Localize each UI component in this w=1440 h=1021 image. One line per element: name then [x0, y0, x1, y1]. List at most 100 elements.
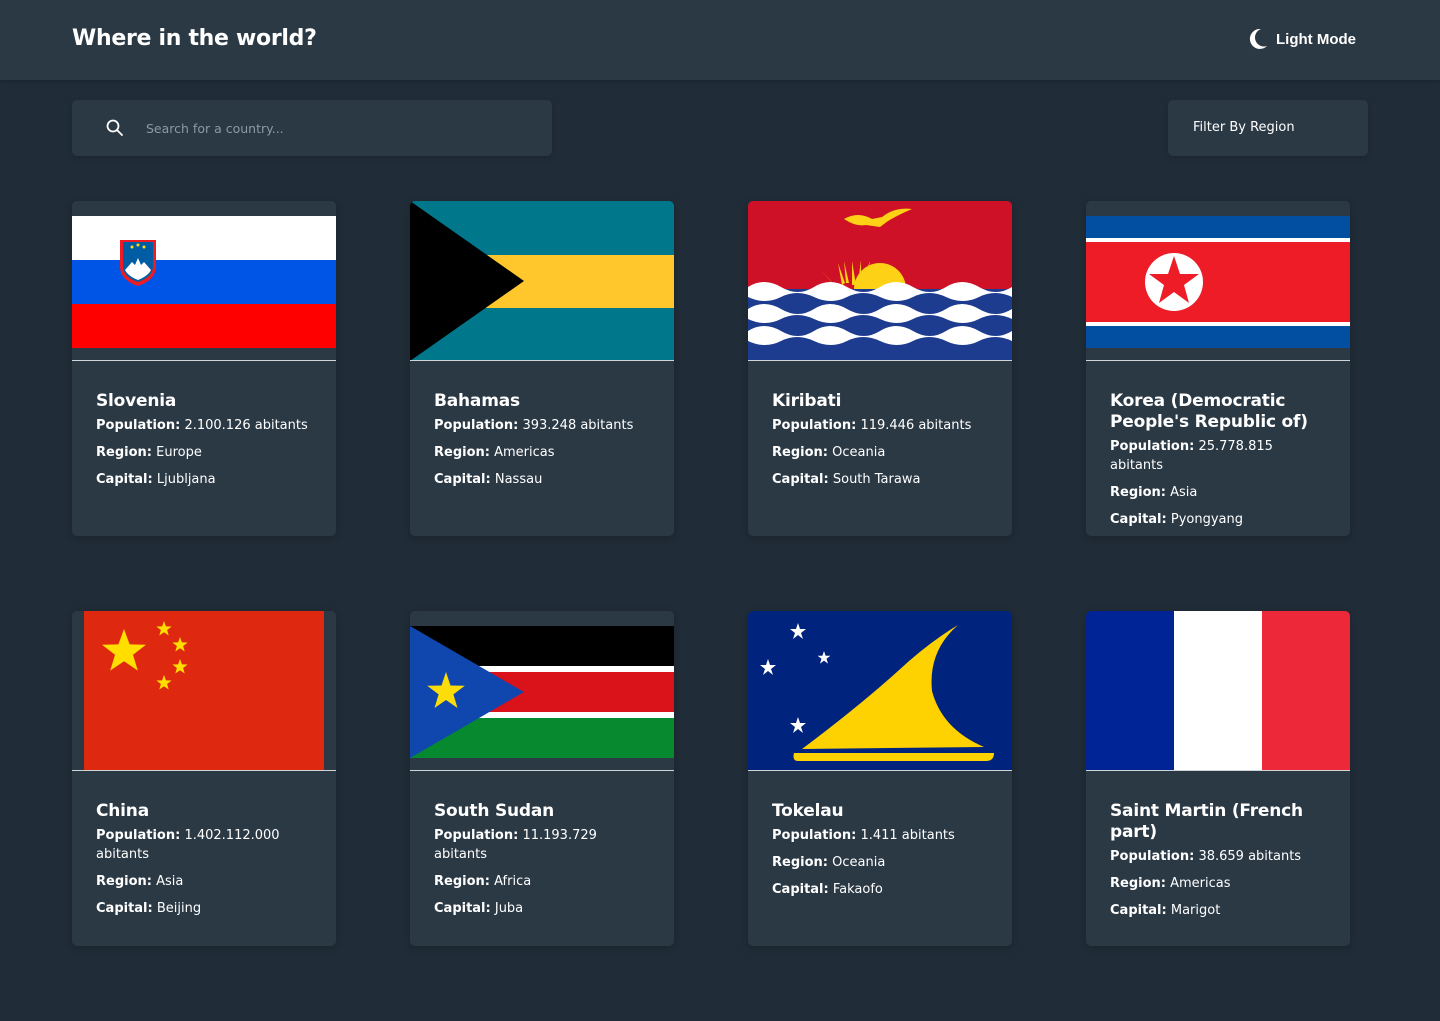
capital-value: South Tarawa [832, 472, 921, 487]
capital-value: Pyongyang [1170, 512, 1243, 527]
region-value: Americas [1170, 876, 1231, 891]
south-sudan-flag [410, 611, 674, 771]
country-name: Bahamas [434, 391, 520, 411]
capital-value: Fakaofo [832, 882, 883, 897]
top-header: Where in the world? Light Mode [0, 0, 1440, 80]
population-label: Population: [1110, 439, 1195, 454]
population-label: Population: [1110, 849, 1195, 864]
region-info: Region: Oceania [772, 443, 992, 462]
china-flag [72, 611, 336, 771]
capital-label: Capital: [1110, 512, 1167, 527]
capital-label: Capital: [96, 901, 153, 916]
region-label: Region: [772, 445, 828, 460]
capital-label: Capital: [434, 472, 491, 487]
population-label: Population: [96, 828, 181, 843]
capital-label: Capital: [434, 901, 491, 916]
region-info: Region: Asia [1110, 483, 1330, 502]
region-value: Africa [494, 874, 532, 889]
capital-info: Capital: South Tarawa [772, 470, 992, 489]
country-card-south-sudan[interactable]: South Sudan Population: 11.193.729 abita… [410, 611, 674, 946]
region-info: Region: Africa [434, 872, 654, 891]
country-card-bahamas[interactable]: Bahamas Population: 393.248 abitants Reg… [410, 201, 674, 536]
capital-value: Ljubljana [156, 472, 216, 487]
country-card-china[interactable]: China Population: 1.402.112.000 abitants… [72, 611, 336, 946]
population-value: 119.446 abitants [860, 418, 972, 433]
country-card-slovenia[interactable]: Slovenia Population: 2.100.126 abitants … [72, 201, 336, 536]
slovenia-flag [72, 201, 336, 361]
country-name: Korea (Democratic People's Republic of) [1110, 391, 1308, 432]
capital-info: Capital: Pyongyang [1110, 510, 1330, 529]
card-body: Tokelau Population: 1.411 abitants Regio… [772, 801, 992, 907]
country-name: Saint Martin (French part) [1110, 801, 1303, 842]
region-info: Region: Americas [1110, 874, 1330, 893]
search-icon [106, 119, 123, 136]
country-name: Slovenia [96, 391, 177, 411]
card-body: Korea (Democratic People's Republic of) … [1110, 391, 1330, 536]
search-input[interactable] [146, 118, 526, 138]
capital-info: Capital: Fakaofo [772, 880, 992, 899]
theme-toggle-button[interactable]: Light Mode [1248, 28, 1356, 50]
capital-value: Juba [494, 901, 524, 916]
country-card-kiribati[interactable]: Kiribati Population: 119.446 abitants Re… [748, 201, 1012, 536]
card-body: Kiribati Population: 119.446 abitants Re… [772, 391, 992, 497]
country-card-saint-martin[interactable]: Saint Martin (French part) Population: 3… [1086, 611, 1350, 946]
capital-info: Capital: Ljubljana [96, 470, 316, 489]
population-info: Population: 38.659 abitants [1110, 847, 1330, 866]
card-body: South Sudan Population: 11.193.729 abita… [434, 801, 654, 926]
population-value: 1.411 abitants [860, 828, 955, 843]
population-info: Population: 11.193.729 abitants [434, 826, 654, 864]
region-value: Asia [156, 874, 184, 889]
region-value: Oceania [832, 855, 886, 870]
region-label: Region: [96, 445, 152, 460]
region-value: Americas [494, 445, 555, 460]
population-info: Population: 2.100.126 abitants [96, 416, 316, 435]
region-info: Region: Asia [96, 872, 316, 891]
bahamas-flag [410, 201, 674, 361]
capital-info: Capital: Juba [434, 899, 654, 918]
population-label: Population: [434, 828, 519, 843]
capital-value: Beijing [156, 901, 202, 916]
population-label: Population: [772, 828, 857, 843]
capital-label: Capital: [772, 882, 829, 897]
population-value: 2.100.126 abitants [184, 418, 308, 433]
capital-value: Nassau [494, 472, 543, 487]
region-info: Region: Europe [96, 443, 316, 462]
theme-toggle-label: Light Mode [1276, 30, 1356, 48]
page-title: Where in the world? [72, 26, 317, 51]
country-name: Tokelau [772, 801, 844, 821]
region-value: Oceania [832, 445, 886, 460]
region-filter-label: Filter By Region [1193, 120, 1295, 135]
population-info: Population: 119.446 abitants [772, 416, 992, 435]
north-korea-flag [1086, 201, 1350, 361]
region-value: Europe [156, 445, 202, 460]
capital-label: Capital: [772, 472, 829, 487]
region-label: Region: [1110, 485, 1166, 500]
population-value: 393.248 abitants [522, 418, 634, 433]
country-name: China [96, 801, 149, 821]
capital-label: Capital: [96, 472, 153, 487]
region-filter-dropdown[interactable]: Filter By Region [1168, 100, 1368, 156]
country-name: Kiribati [772, 391, 842, 411]
population-label: Population: [434, 418, 519, 433]
saint-martin-flag [1086, 611, 1350, 771]
capital-info: Capital: Beijing [96, 899, 316, 918]
region-value: Asia [1170, 485, 1198, 500]
region-label: Region: [96, 874, 152, 889]
region-info: Region: Oceania [772, 853, 992, 872]
card-body: Slovenia Population: 2.100.126 abitants … [96, 391, 316, 497]
region-info: Region: Americas [434, 443, 654, 462]
region-label: Region: [434, 874, 490, 889]
population-value: 38.659 abitants [1198, 849, 1302, 864]
moon-icon [1249, 28, 1267, 49]
capital-label: Capital: [1110, 903, 1167, 918]
country-card-north-korea[interactable]: Korea (Democratic People's Republic of) … [1086, 201, 1350, 536]
card-body: Bahamas Population: 393.248 abitants Reg… [434, 391, 654, 497]
region-label: Region: [434, 445, 490, 460]
country-card-tokelau[interactable]: Tokelau Population: 1.411 abitants Regio… [748, 611, 1012, 946]
population-info: Population: 393.248 abitants [434, 416, 654, 435]
capital-value: Marigot [1170, 903, 1221, 918]
tokelau-flag [748, 611, 1012, 771]
population-info: Population: 1.411 abitants [772, 826, 992, 845]
card-body: Saint Martin (French part) Population: 3… [1110, 801, 1330, 928]
region-label: Region: [772, 855, 828, 870]
